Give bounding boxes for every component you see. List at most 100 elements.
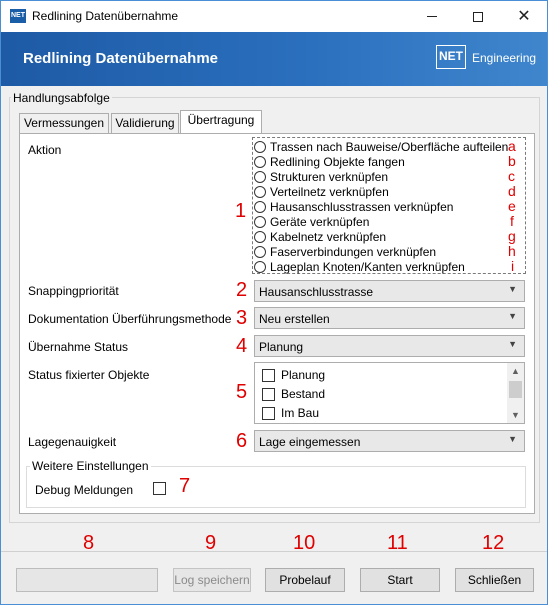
annotation-number: 1 [235,200,247,222]
annotation-number: 8 [83,532,95,554]
app-window: NET Redlining Datenübernahme ✕ Redlining… [0,0,548,605]
annotation-number: 9 [205,532,217,554]
option-label: Trassen nach Bauweise/Oberfläche aufteil… [270,139,509,154]
title-bar: NET Redlining Datenübernahme ✕ [1,1,547,32]
scroll-thumb[interactable] [509,381,522,398]
checklist-scrollbar[interactable]: ▲ ▼ [507,363,524,423]
checklist-item[interactable]: Planung [262,367,325,383]
radio-button[interactable] [254,170,266,183]
aktion-option[interactable]: Kabelnetz verknüpfen [254,229,386,244]
aktion-option[interactable]: Faserverbindungen verknüpfen [254,244,436,259]
annotation-letter: c [508,168,515,184]
log-speichern-button[interactable]: Log speichern [173,568,251,592]
progress-bar [16,568,158,592]
option-label: Strukturen verknüpfen [270,169,389,184]
aktion-option[interactable]: Strukturen verknüpfen [254,169,388,184]
checklist-label: Im Bau [281,406,320,420]
aktion-option[interactable]: Verteilnetz verknüpfen [254,184,389,199]
doku-value: Neu erstellen [259,312,330,326]
checkbox[interactable] [262,406,275,420]
snapping-combobox[interactable]: Hausanschlusstrasse ▼ [254,280,525,302]
tab-uebertragung[interactable]: Übertragung [180,110,262,133]
maximize-button[interactable] [455,1,501,32]
aktion-label: Aktion [28,143,62,157]
snapping-value: Hausanschlusstrasse [259,285,374,299]
start-button[interactable]: Start [360,568,440,592]
checklist-item[interactable]: Im Bau [262,405,319,421]
annotation-letter: b [508,153,516,169]
checklist-item[interactable]: Bestand [262,386,325,402]
weitere-legend: Weitere Einstellungen [30,459,151,473]
tab-validierung[interactable]: Validierung [111,113,179,134]
banner-title: Redlining Datenübernahme [23,50,219,67]
option-label: Faserverbindungen verknüpfen [270,244,437,259]
annotation-letter: f [510,213,514,229]
chevron-down-icon: ▼ [508,339,517,349]
radio-button[interactable] [254,215,266,228]
tab-vermessungen[interactable]: Vermessungen [19,113,109,134]
aktion-option[interactable]: Geräte verknüpfen [254,214,369,229]
chevron-down-icon: ▼ [508,434,517,444]
status-value: Planung [259,340,304,354]
radio-button[interactable] [254,200,266,213]
close-icon: ✕ [517,7,531,25]
close-button[interactable]: ✕ [501,1,547,32]
annotation-number: 2 [236,279,248,301]
maximize-icon [473,11,483,22]
scroll-down-icon[interactable]: ▼ [507,407,524,423]
annotation-number: 6 [236,430,248,452]
status-combobox[interactable]: Planung ▼ [254,335,525,357]
annotation-letter: d [508,183,516,199]
option-label: Lageplan Knoten/Kanten verknüpfen [270,259,465,274]
debug-checkbox[interactable] [153,482,166,495]
aktion-option[interactable]: Trassen nach Bauweise/Oberfläche aufteil… [254,139,508,154]
option-label: Hausanschlusstrassen verknüpfen [270,199,454,214]
lage-combobox[interactable]: Lage eingemessen ▼ [254,430,525,452]
annotation-number: 11 [387,532,408,554]
debug-label: Debug Meldungen [35,483,134,497]
probelauf-button[interactable]: Probelauf [265,568,345,592]
radio-button[interactable] [254,140,266,153]
annotation-letter: h [508,243,516,259]
checkbox[interactable] [262,387,275,401]
radio-button[interactable] [254,185,266,198]
snapping-label: Snappingpriorität [28,284,119,298]
fixiert-checklist[interactable]: Planung Bestand Im Bau ▲ ▼ [254,362,525,424]
radio-button[interactable] [254,230,266,243]
chevron-down-icon: ▼ [508,311,517,321]
minimize-icon [427,16,437,17]
fixiert-label: Status fixierter Objekte [28,368,150,382]
annotation-number: 4 [236,335,248,357]
option-label: Redlining Objekte fangen [270,154,405,169]
annotation-number: 5 [236,381,248,403]
annotation-letter: a [508,138,516,154]
doku-label: Dokumentation Überführungsmethode [28,312,232,326]
annotation-letter: g [508,228,516,244]
checkbox[interactable] [262,368,275,382]
aktion-option[interactable]: Hausanschlusstrassen verknüpfen [254,199,453,214]
app-icon: NET [10,9,26,23]
checklist-label: Planung [281,368,326,382]
schliessen-button[interactable]: Schließen [455,568,534,592]
annotation-number: 7 [179,475,191,497]
window-title: Redlining Datenübernahme [32,9,179,23]
annotation-letter: e [508,198,516,214]
radio-button[interactable] [254,245,266,258]
aktion-option[interactable]: Redlining Objekte fangen [254,154,405,169]
checklist-label: Bestand [281,387,326,401]
option-label: Kabelnetz verknüpfen [270,229,387,244]
net-logo: NET [436,45,466,69]
doku-combobox[interactable]: Neu erstellen ▼ [254,307,525,329]
minimize-button[interactable] [409,1,455,32]
status-label: Übernahme Status [28,340,129,354]
lage-label: Lagegenauigkeit [28,435,117,449]
logo-text: Engineering [472,51,537,65]
aktion-option[interactable]: Lageplan Knoten/Kanten verknüpfen [254,259,465,274]
annotation-number: 10 [293,532,316,554]
option-label: Geräte verknüpfen [270,214,370,229]
annotation-number: 12 [482,532,505,554]
scroll-up-icon[interactable]: ▲ [507,363,524,379]
radio-button[interactable] [254,260,266,273]
radio-button[interactable] [254,155,266,168]
option-label: Verteilnetz verknüpfen [270,184,389,199]
